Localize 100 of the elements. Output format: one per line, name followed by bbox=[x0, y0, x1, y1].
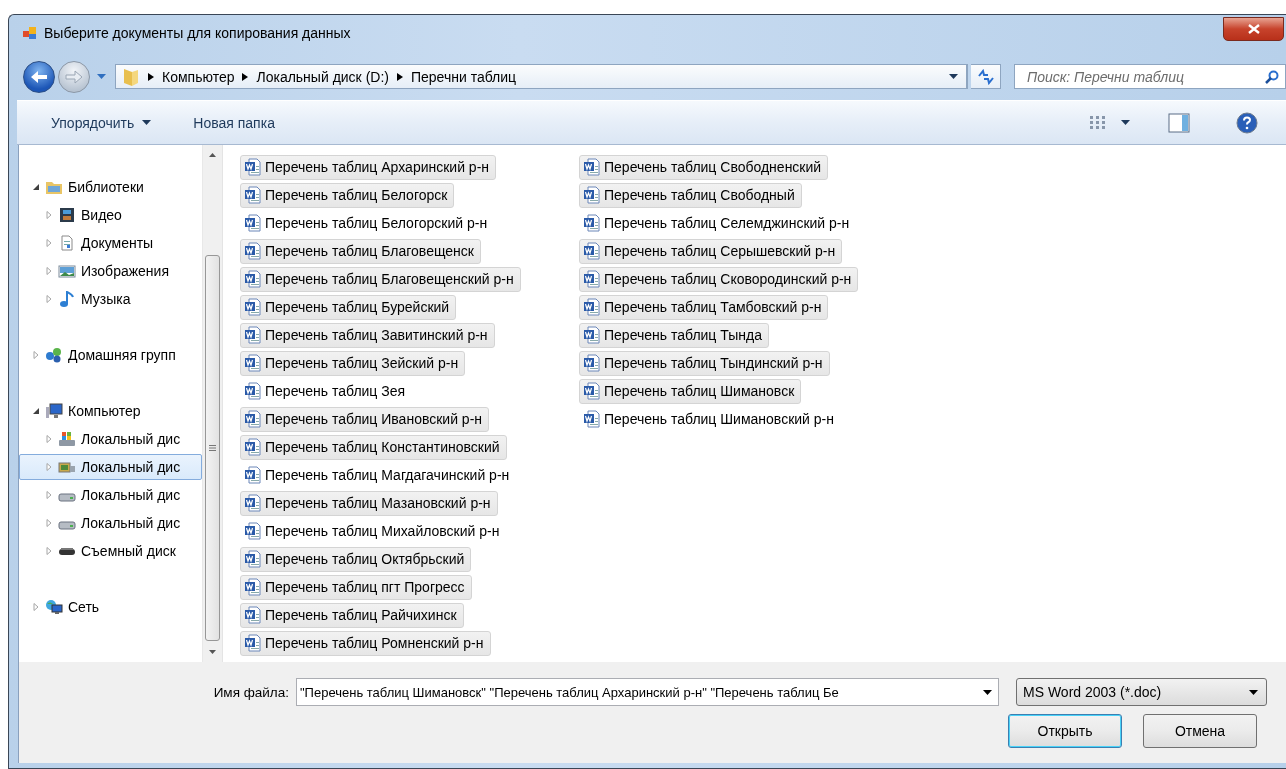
word-document-icon bbox=[583, 326, 601, 344]
file-item[interactable]: Перечень таблиц пгт Прогресс bbox=[240, 574, 472, 600]
file-item[interactable]: Перечень таблиц Белогорский р-н bbox=[240, 210, 495, 236]
word-document-icon bbox=[244, 634, 262, 652]
collapsed-arrow-icon[interactable] bbox=[45, 491, 53, 499]
file-item[interactable]: Перечень таблиц Михайловский р-н bbox=[240, 518, 507, 544]
back-button[interactable] bbox=[23, 60, 55, 93]
toolbar-button[interactable]: Новая папка bbox=[185, 110, 283, 135]
up-arrow-icon bbox=[209, 153, 216, 157]
tree-item[interactable]: Изображения bbox=[19, 258, 202, 284]
search-icon bbox=[1265, 69, 1279, 84]
breadcrumb-item[interactable]: Локальный диск (D:) bbox=[256, 68, 389, 85]
collapsed-arrow-icon[interactable] bbox=[45, 211, 53, 219]
collapsed-arrow-icon[interactable] bbox=[45, 435, 53, 443]
document-icon bbox=[58, 235, 76, 251]
computer-icon bbox=[45, 403, 63, 419]
tree-item[interactable]: Сеть bbox=[19, 594, 202, 620]
tree-item[interactable]: Локальный дис bbox=[19, 482, 202, 508]
file-item[interactable]: Перечень таблиц Благовещенск bbox=[240, 238, 481, 264]
view-grid-icon bbox=[1089, 114, 1107, 131]
word-document-icon bbox=[244, 158, 262, 176]
collapsed-arrow-icon[interactable] bbox=[32, 603, 40, 611]
word-document-icon bbox=[244, 410, 262, 428]
collapsed-arrow-icon[interactable] bbox=[45, 463, 53, 471]
word-document-icon bbox=[244, 606, 262, 624]
search-field[interactable]: Поиск: Перечни таблиц bbox=[1014, 64, 1286, 89]
dropdown-caret-icon bbox=[142, 120, 152, 125]
word-document-icon bbox=[583, 186, 601, 204]
scrollbar-thumb[interactable] bbox=[205, 255, 220, 641]
file-item[interactable]: Перечень таблиц Свободный bbox=[579, 182, 802, 208]
tree-item[interactable]: Домашняя групп bbox=[19, 342, 202, 368]
word-document-icon bbox=[244, 438, 262, 456]
file-item[interactable]: Перечень таблиц Октябрьский bbox=[240, 546, 472, 572]
file-item[interactable]: Перечень таблиц Тамбовский р-н bbox=[579, 294, 829, 320]
expanded-arrow-icon[interactable] bbox=[32, 407, 40, 415]
tree-item[interactable]: Музыка bbox=[19, 286, 202, 312]
scrollbar[interactable] bbox=[202, 145, 222, 662]
file-item[interactable]: Перечень таблиц Серышевский р-н bbox=[579, 238, 843, 264]
file-item[interactable]: Перечень таблиц Белогорск bbox=[240, 182, 455, 208]
word-document-icon bbox=[583, 382, 601, 400]
close-button[interactable] bbox=[1223, 17, 1284, 41]
file-type-dropdown[interactable]: MS Word 2003 (*.doc) bbox=[1016, 678, 1267, 706]
file-item[interactable]: Перечень таблиц Ивановский р-н bbox=[240, 406, 490, 432]
breadcrumb-item[interactable]: Перечни таблиц bbox=[410, 68, 517, 85]
library-folder-icon bbox=[45, 179, 63, 195]
file-item[interactable]: Перечень таблиц Мазановский р-н bbox=[240, 490, 498, 516]
file-item[interactable]: Перечень таблиц Шимановский р-н bbox=[579, 406, 841, 432]
collapsed-arrow-icon[interactable] bbox=[45, 295, 53, 303]
help-button[interactable] bbox=[1234, 109, 1260, 136]
file-item[interactable]: Перечень таблиц Ромненский р-н bbox=[240, 630, 491, 656]
tree-item[interactable]: Видео bbox=[19, 202, 202, 228]
file-item[interactable]: Перечень таблиц Константиновский bbox=[240, 434, 507, 460]
tree-item[interactable]: Компьютер bbox=[19, 398, 202, 424]
toolbar-button[interactable]: Упорядочить bbox=[43, 110, 160, 135]
preview-pane-button[interactable] bbox=[1166, 110, 1192, 135]
tree-item[interactable]: Библиотеки bbox=[19, 174, 202, 200]
word-document-icon bbox=[583, 354, 601, 372]
filename-field[interactable]: "Перечень таблиц Шимановск" "Перечень таблиц Архаринский р-н" "Перечень таблиц Бе bbox=[296, 678, 999, 706]
media-drive-icon bbox=[58, 459, 76, 475]
word-document-icon bbox=[244, 326, 262, 344]
word-document-icon bbox=[583, 270, 601, 288]
tree-item[interactable]: Съемный диск bbox=[19, 538, 202, 564]
word-document-icon bbox=[244, 354, 262, 372]
file-item[interactable]: Перечень таблиц Селемджинский р-н bbox=[579, 210, 857, 236]
breadcrumb-item[interactable]: Компьютер bbox=[162, 68, 235, 85]
file-item[interactable]: Перечень таблиц Свободненский bbox=[579, 154, 829, 180]
collapsed-arrow-icon[interactable] bbox=[45, 519, 53, 527]
tree-item[interactable]: Локальный дис bbox=[19, 454, 202, 480]
collapsed-arrow-icon[interactable] bbox=[45, 547, 53, 555]
file-item[interactable]: Перечень таблиц Сковородинский р-н bbox=[579, 266, 859, 292]
dialog-button[interactable]: Отмена bbox=[1143, 714, 1257, 748]
dialog-button[interactable]: Открыть bbox=[1008, 714, 1122, 748]
refresh-button[interactable] bbox=[971, 64, 1001, 89]
address-bar[interactable]: Компьютер Локальный диск (D:) Перечни таблиц bbox=[115, 64, 968, 89]
tree-item[interactable]: Локальный дис bbox=[19, 510, 202, 536]
collapsed-arrow-icon[interactable] bbox=[32, 351, 40, 359]
expanded-arrow-icon[interactable] bbox=[32, 183, 40, 191]
help-icon bbox=[1236, 111, 1258, 134]
chevron-icon bbox=[396, 72, 403, 81]
file-item[interactable]: Перечень таблиц Тындинский р-н bbox=[579, 350, 830, 376]
word-document-icon bbox=[244, 298, 262, 316]
file-item[interactable]: Перечень таблиц Шимановск bbox=[579, 378, 802, 404]
word-document-icon bbox=[244, 550, 262, 568]
file-item[interactable]: Перечень таблиц Магдагачинский р-н bbox=[240, 462, 517, 488]
collapsed-arrow-icon[interactable] bbox=[45, 267, 53, 275]
tree-item[interactable]: Локальный дис bbox=[19, 426, 202, 452]
word-document-icon bbox=[244, 494, 262, 512]
file-item[interactable]: Перечень таблиц Райчихинск bbox=[240, 602, 464, 628]
chevron-icon bbox=[148, 72, 154, 81]
file-item[interactable]: Перечень таблиц Зея bbox=[240, 378, 413, 404]
back-arrow-icon bbox=[30, 69, 48, 84]
system-drive-icon bbox=[58, 431, 76, 447]
file-item[interactable]: Перечень таблиц Тында bbox=[579, 322, 769, 348]
file-item[interactable]: Перечень таблиц Благовещенский р-н bbox=[240, 266, 521, 292]
file-item[interactable]: Перечень таблиц Бурейский bbox=[240, 294, 457, 320]
collapsed-arrow-icon[interactable] bbox=[45, 239, 53, 247]
file-item[interactable]: Перечень таблиц Зейский р-н bbox=[240, 350, 466, 376]
file-item[interactable]: Перечень таблиц Завитинский р-н bbox=[240, 322, 495, 348]
tree-item[interactable]: Документы bbox=[19, 230, 202, 256]
file-item[interactable]: Перечень таблиц Архаринский р-н bbox=[240, 154, 497, 180]
